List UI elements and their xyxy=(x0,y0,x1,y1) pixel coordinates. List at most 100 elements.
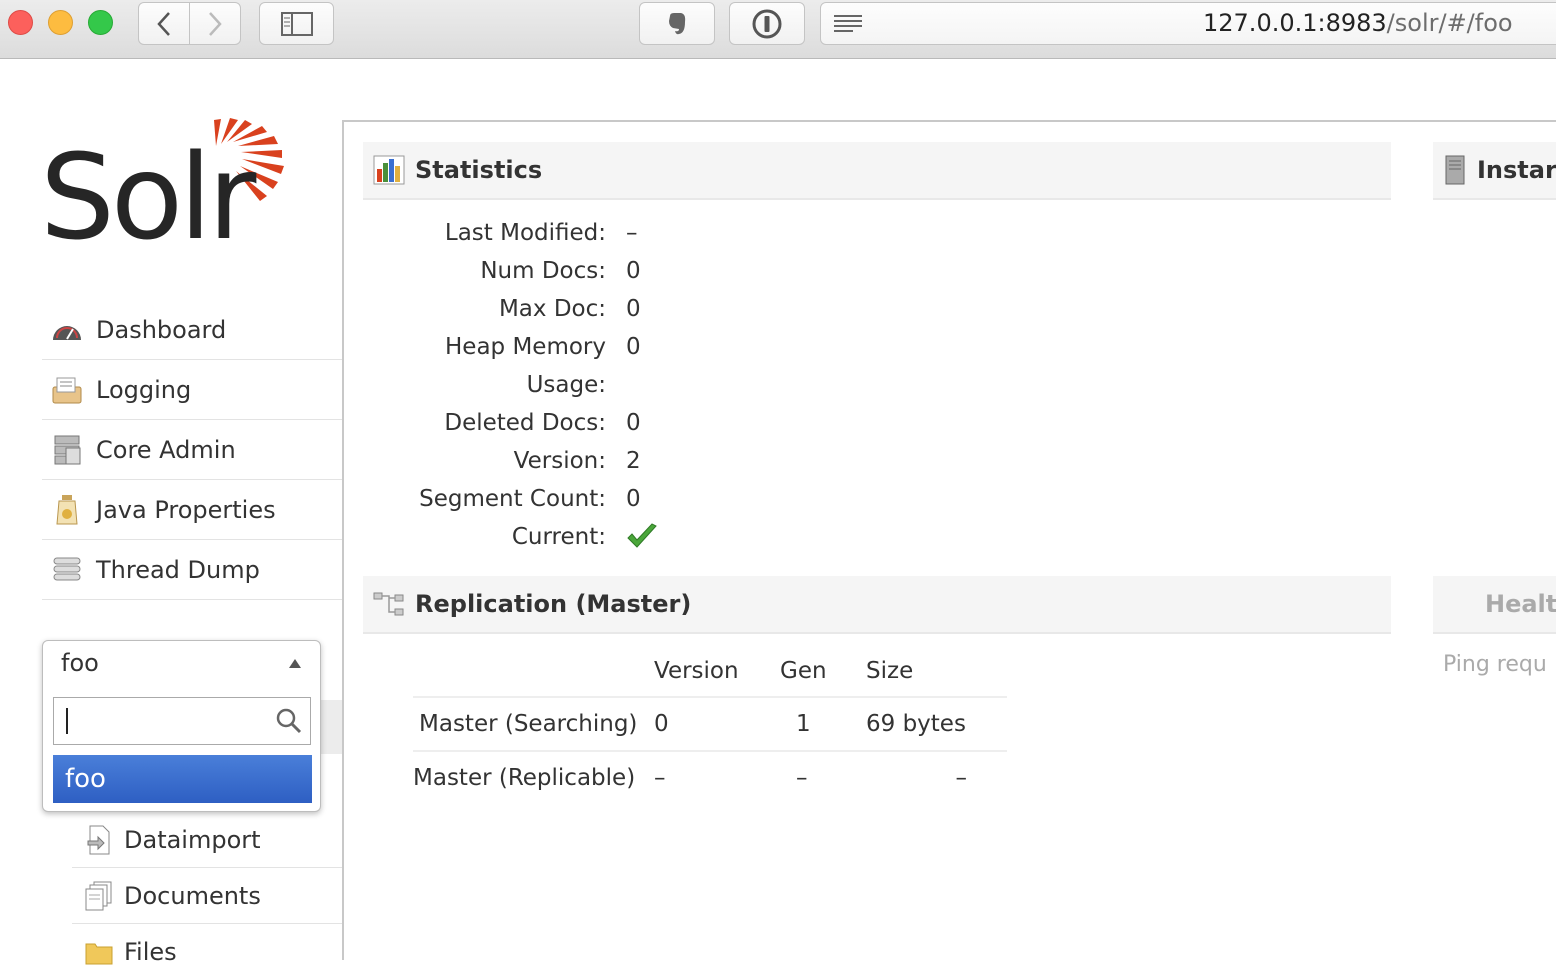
nav-item-label: Logging xyxy=(96,375,192,404)
stat-label: Deleted Docs: xyxy=(444,410,606,436)
solr-logo[interactable]: Solr xyxy=(40,118,302,266)
stat-label: Version: xyxy=(513,448,606,474)
replication-header: Replication (Master) xyxy=(363,576,1391,634)
nav-item-logging[interactable]: Logging xyxy=(42,360,342,420)
evernote-icon xyxy=(669,12,686,34)
url-text: 127.0.0.1:8983/solr/#/foo xyxy=(1203,9,1513,37)
column-header-version: Version xyxy=(654,646,780,698)
replication-title: Replication (Master) xyxy=(415,590,692,618)
replication-table-wrap: Version Gen Size Master (Searching) 0 1 … xyxy=(413,646,1007,804)
files-icon xyxy=(84,936,114,968)
bar-chart-icon xyxy=(373,154,405,186)
core-search-input[interactable] xyxy=(53,697,311,745)
dashboard-icon xyxy=(50,313,84,347)
chevron-right-icon xyxy=(209,11,222,36)
stat-row-version: Version: 2 xyxy=(336,442,736,480)
stat-label: Num Docs: xyxy=(480,258,606,284)
onepassword-icon xyxy=(752,9,782,38)
stat-value: 0 xyxy=(626,410,641,436)
row-version: 0 xyxy=(654,697,780,752)
core-admin-icon xyxy=(50,433,84,467)
core-menu-item-documents[interactable]: Documents xyxy=(72,868,342,924)
stat-label: Usage: xyxy=(526,372,606,398)
nav-item-label: Dashboard xyxy=(96,315,227,344)
core-menu-item-dataimport[interactable]: Dataimport xyxy=(72,812,342,868)
column-header-name xyxy=(413,646,654,698)
zoom-window-button[interactable] xyxy=(88,10,113,35)
healthcheck-title: Healtl xyxy=(1485,590,1556,618)
search-icon[interactable] xyxy=(276,708,302,734)
password-manager-button[interactable] xyxy=(729,2,805,45)
instance-title: Instar xyxy=(1477,156,1556,184)
sidebar-icon xyxy=(280,11,313,36)
stat-value: – xyxy=(626,220,638,246)
stat-row-last-modified: Last Modified: – xyxy=(336,214,736,252)
statistics-header: Statistics xyxy=(363,142,1391,200)
core-menu-item-label: Dataimport xyxy=(124,825,261,854)
checkmark-icon xyxy=(626,523,658,551)
row-size: 69 bytes xyxy=(866,697,1007,752)
healthcheck-header: Healtl xyxy=(1433,576,1556,634)
table-row: Master (Replicable) – – – xyxy=(413,751,1007,804)
stat-label: Heap Memory xyxy=(445,334,606,360)
stat-row-deleted-docs: Deleted Docs: 0 xyxy=(336,404,736,442)
column-header-size: Size xyxy=(866,646,1007,698)
core-menu-item-files[interactable]: Files xyxy=(72,924,342,980)
replication-table: Version Gen Size Master (Searching) 0 1 … xyxy=(413,646,1007,804)
stat-row-num-docs: Num Docs: 0 xyxy=(336,252,736,290)
minimize-window-button[interactable] xyxy=(48,10,73,35)
reader-icon[interactable] xyxy=(833,13,863,33)
table-header-row: Version Gen Size xyxy=(413,646,1007,698)
statistics-title: Statistics xyxy=(415,156,543,184)
chevron-left-icon xyxy=(157,11,170,36)
stat-value: 0 xyxy=(626,486,641,512)
nav-item-java-properties[interactable]: Java Properties xyxy=(42,480,342,540)
thread-dump-icon xyxy=(50,553,84,587)
row-name: Master (Replicable) xyxy=(413,765,636,791)
stat-label: Max Doc: xyxy=(498,296,606,322)
browser-toolbar: 127.0.0.1:8983/solr/#/foo xyxy=(0,0,1556,59)
url-host: 127.0.0.1:8983 xyxy=(1203,9,1387,37)
sidebar-toggle-button[interactable] xyxy=(259,2,334,45)
stat-value: 0 xyxy=(626,258,641,284)
stat-row-heap-memory: Heap Memory 0 xyxy=(336,328,736,366)
core-menu-item-label: Documents xyxy=(124,881,261,910)
nav-item-core-admin[interactable]: Core Admin xyxy=(42,420,342,480)
stat-label: Current: xyxy=(511,524,606,550)
logging-icon xyxy=(50,373,84,407)
healthcheck-text: Ping requ xyxy=(1443,652,1547,677)
dataimport-icon xyxy=(84,824,114,856)
row-name: Master (Searching) xyxy=(413,697,654,752)
close-window-button[interactable] xyxy=(8,10,33,35)
core-selector-value[interactable]: foo xyxy=(61,649,99,677)
column-header-gen: Gen xyxy=(780,646,866,698)
nav-item-thread-dump[interactable]: Thread Dump xyxy=(42,540,342,600)
caret-up-icon[interactable] xyxy=(289,659,301,668)
nav-item-dashboard[interactable]: Dashboard xyxy=(42,300,342,360)
instance-header: Instar xyxy=(1433,142,1556,200)
replication-icon xyxy=(373,588,405,620)
stat-row-current: Current: xyxy=(336,518,736,556)
stat-label: Last Modified: xyxy=(444,220,606,246)
evernote-extension-button[interactable] xyxy=(639,2,715,45)
row-gen: 1 xyxy=(780,697,866,752)
stat-value: 0 xyxy=(626,334,641,360)
forward-button[interactable] xyxy=(189,2,241,45)
logo-text: Solr xyxy=(40,128,256,266)
stat-value: 2 xyxy=(626,448,641,474)
row-gen: – xyxy=(796,765,808,791)
nav-item-label: Core Admin xyxy=(96,435,236,464)
stat-row-segment-count: Segment Count: 0 xyxy=(336,480,736,518)
nav-item-label: Java Properties xyxy=(96,495,276,524)
documents-icon xyxy=(84,880,114,912)
java-properties-icon xyxy=(50,493,84,527)
server-icon xyxy=(1443,154,1467,186)
nav-item-label: Thread Dump xyxy=(96,555,260,584)
core-selector-highlight xyxy=(320,700,343,754)
core-selector-dropdown[interactable]: foo foo xyxy=(42,640,321,812)
statistics-list: Last Modified: – Num Docs: 0 Max Doc: 0 Hea… xyxy=(336,214,736,556)
core-option-foo[interactable]: foo xyxy=(53,755,312,803)
core-menu-item-label: Files xyxy=(124,938,177,966)
back-button[interactable] xyxy=(138,2,190,45)
row-version: – xyxy=(654,765,666,791)
